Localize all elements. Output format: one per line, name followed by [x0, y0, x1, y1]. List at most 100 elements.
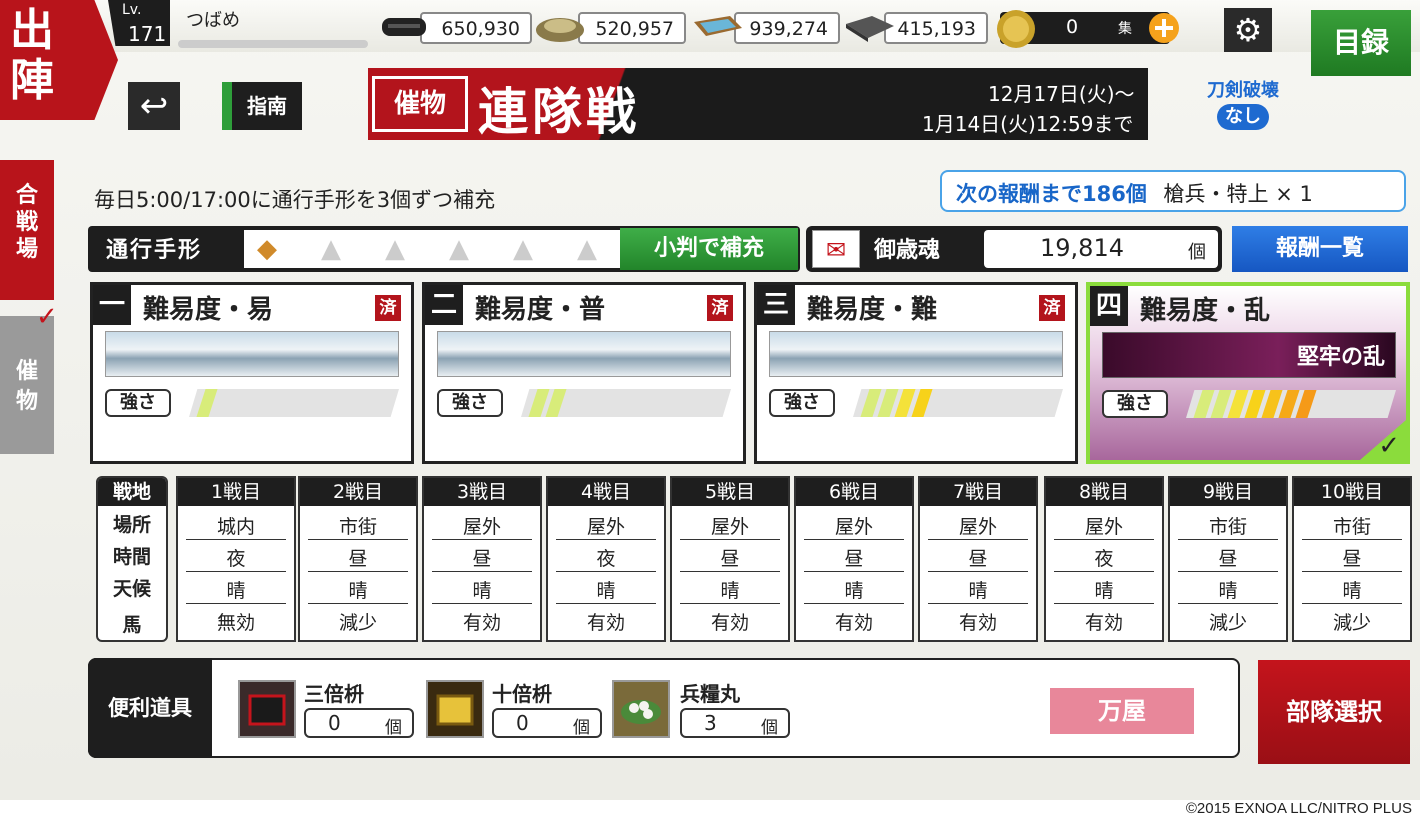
next-reward-bubble: 次の報酬まで186個 槍兵・特上 × 1 — [940, 170, 1406, 212]
card-title: 難易度・易 — [143, 295, 274, 325]
card-number: 一 — [93, 285, 131, 325]
copyright-text: ©2015 EXNOA LLC/NITRO PLUS — [1185, 800, 1412, 817]
card-number: 二 — [425, 285, 463, 325]
pass-slots — [244, 230, 624, 268]
battle-cell-time: 昼 — [680, 544, 780, 572]
difficulty-card-4[interactable]: 四 難易度・乱 堅牢の乱 強さ ✓ — [1086, 282, 1410, 464]
battle-column: 10戦目 市街昼晴減少 — [1292, 476, 1412, 642]
strength-gauge — [1186, 390, 1396, 418]
row-header-horse: 馬 — [122, 614, 142, 636]
battle-cell-time: 昼 — [308, 544, 408, 572]
strength-gauge — [189, 389, 399, 417]
tool-count: 3 — [704, 711, 717, 735]
tool-name: 十倍枡 — [492, 682, 552, 706]
battle-cell-time: 夜 — [186, 544, 286, 572]
whetstone-icon — [842, 8, 898, 46]
tool-unit: 個 — [761, 718, 778, 738]
tenfold-masu-icon[interactable] — [426, 680, 484, 738]
sortie-title: 出陣 — [0, 0, 118, 120]
ration-pill-icon[interactable] — [612, 680, 670, 738]
strength-gauge — [853, 389, 1063, 417]
tab-event-check-icon: ✓ — [36, 302, 58, 332]
battle-cell-place: 市街 — [308, 512, 408, 540]
tab-event[interactable]: 催物 — [0, 316, 54, 454]
no-break-line1: 刀剣破壊 — [1207, 80, 1279, 101]
pass-empty-icon: ▲ — [577, 234, 597, 264]
difficulty-card-3[interactable]: 三 難易度・難 済 強さ — [754, 282, 1078, 464]
event-title: 連隊戦 — [478, 82, 640, 141]
add-koban-button[interactable] — [1148, 12, 1180, 44]
tool-count-box: 0個 — [304, 708, 414, 738]
battle-column-head: 1戦目 — [178, 478, 294, 506]
strength-label: 強さ — [1102, 390, 1168, 418]
battle-cell-weather: 晴 — [1178, 576, 1278, 604]
tab-label: 催物 — [15, 358, 38, 414]
battle-column: 8戦目 屋外夜晴有効 — [1044, 476, 1164, 642]
battle-column-head: 3戦目 — [424, 478, 540, 506]
battle-cell-horse: 有効 — [1084, 612, 1123, 634]
battle-cell-place: 屋外 — [680, 512, 780, 540]
strength-label: 強さ — [105, 389, 171, 417]
card-header: 一 難易度・易 済 — [93, 285, 411, 331]
settings-gear-icon[interactable]: ⚙ — [1224, 8, 1272, 52]
battle-cell-place: 屋外 — [432, 512, 532, 540]
battle-cell-horse: 減少 — [338, 612, 377, 634]
battle-column-head: 8戦目 — [1046, 478, 1162, 506]
no-sword-break-badge: 刀剣破壊 なし — [1196, 78, 1290, 138]
next-reward-text: 次の報酬まで186個 — [956, 182, 1147, 206]
guide-button[interactable]: 指南 — [222, 82, 302, 130]
pass-filled-icon: ◆ — [257, 234, 277, 264]
tool-count: 0 — [516, 711, 529, 735]
koban-unit: 集 — [1118, 21, 1132, 37]
battle-cell-time: 昼 — [432, 544, 532, 572]
resource-whetstone: 415,193 — [884, 12, 988, 44]
battle-column: 9戦目 市街昼晴減少 — [1168, 476, 1288, 642]
event-period-start: 12月17日(火)～ — [988, 82, 1135, 106]
battle-cell-time: 夜 — [556, 544, 656, 572]
tool-count-box: 0個 — [492, 708, 602, 738]
battle-cell-place: 屋外 — [556, 512, 656, 540]
pass-empty-icon: ▲ — [449, 234, 469, 264]
shop-button[interactable]: 万屋 — [1050, 688, 1194, 734]
chaos-banner-image: 堅牢の乱 — [1102, 332, 1396, 378]
triple-masu-icon[interactable] — [238, 680, 296, 738]
card-number: 三 — [757, 285, 795, 325]
battle-column-head: 9戦目 — [1170, 478, 1286, 506]
catalog-button[interactable]: 目録 — [1311, 10, 1411, 76]
tool-name: 兵糧丸 — [680, 682, 740, 706]
battle-column: 6戦目 屋外昼晴有効 — [794, 476, 914, 642]
squad-select-button[interactable]: 部隊選択 — [1258, 660, 1410, 764]
card-header: 三 難易度・難 済 — [757, 285, 1075, 331]
battle-column: 4戦目 屋外夜晴有効 — [546, 476, 666, 642]
refill-with-koban-button[interactable]: 小判で補充 — [620, 228, 798, 270]
strength-label: 強さ — [437, 389, 503, 417]
level-prefix: Lv. — [122, 2, 142, 18]
battle-cell-time: 昼 — [1302, 544, 1402, 572]
snow-landscape-image — [437, 331, 731, 377]
tab-battlefield[interactable]: 合戦場 — [0, 160, 54, 300]
cleared-badge: 済 — [707, 295, 733, 321]
battle-cell-place: 屋外 — [804, 512, 904, 540]
difficulty-card-2[interactable]: 二 難易度・普 済 強さ — [422, 282, 746, 464]
card-header: 四 難易度・乱 — [1090, 286, 1406, 332]
battle-cell-horse: 有効 — [462, 612, 501, 634]
battle-cell-horse: 有効 — [586, 612, 625, 634]
cleared-badge: 済 — [1039, 295, 1065, 321]
battle-cell-weather: 晴 — [928, 576, 1028, 604]
battle-cell-weather: 晴 — [680, 576, 780, 604]
card-title: 難易度・乱 — [1140, 296, 1271, 326]
difficulty-card-1[interactable]: 一 難易度・易 済 強さ — [90, 282, 414, 464]
chaos-banner-text: 堅牢の乱 — [1296, 344, 1385, 370]
battle-column-head: 5戦目 — [672, 478, 788, 506]
pass-empty-icon: ▲ — [385, 234, 405, 264]
resource-value: 415,193 — [897, 18, 976, 40]
back-button[interactable]: ↩ — [128, 82, 180, 130]
reward-list-button[interactable]: 報酬一覧 — [1232, 226, 1408, 272]
cooling-material-icon — [690, 8, 746, 46]
tab-label: 合戦場 — [15, 182, 38, 262]
battle-column-head: 7戦目 — [920, 478, 1036, 506]
battle-cell-horse: 有効 — [834, 612, 873, 634]
row-header-time: 時間 — [112, 546, 151, 568]
strength-segment — [911, 389, 933, 417]
battle-column-head: 4戦目 — [548, 478, 664, 506]
